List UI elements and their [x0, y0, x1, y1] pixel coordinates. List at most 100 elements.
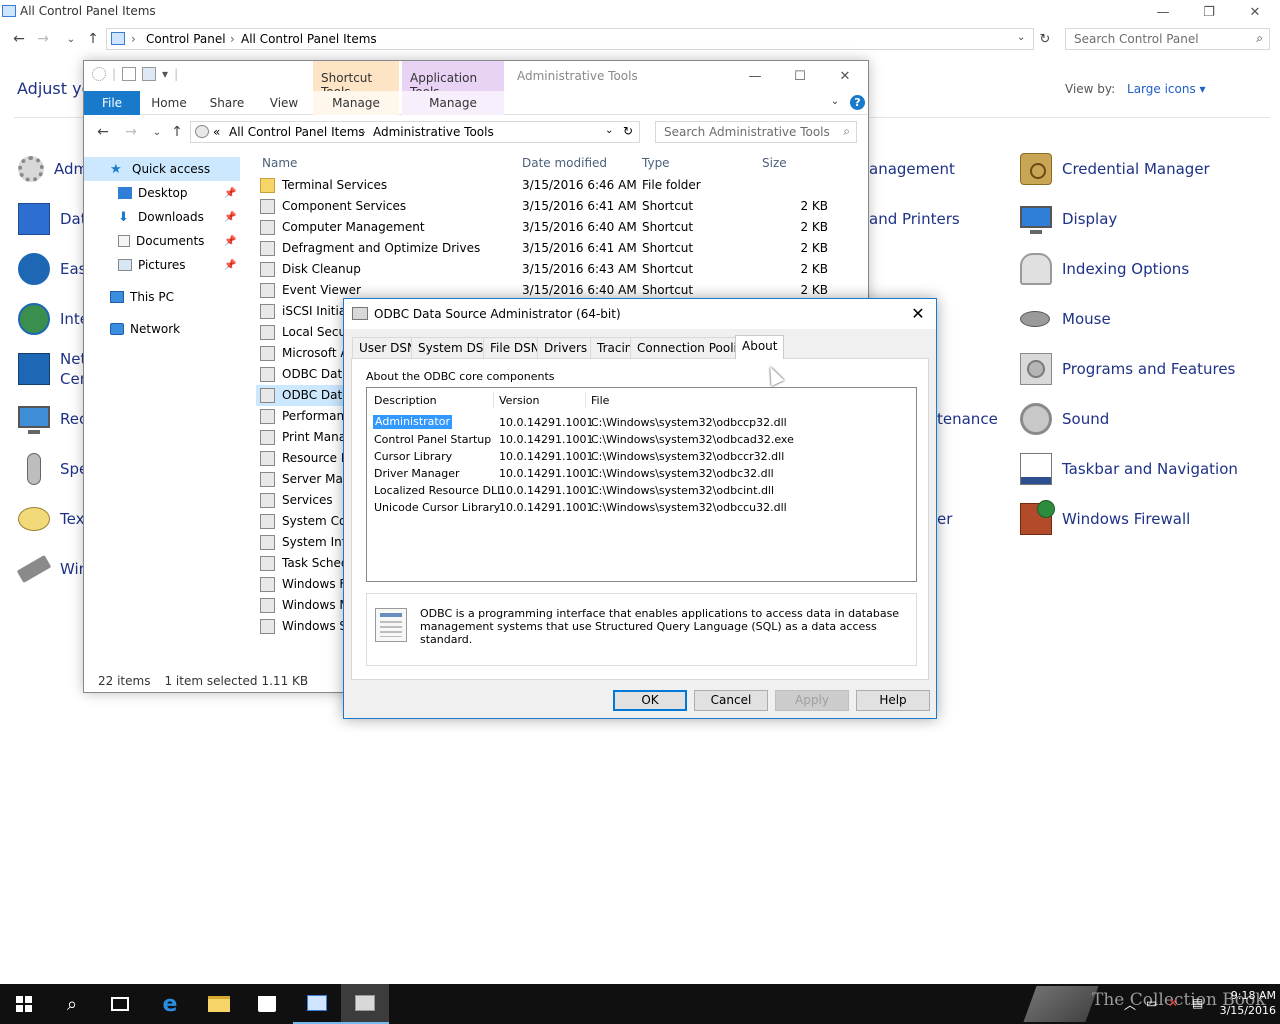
action-center-icon[interactable]: ▤ — [1192, 996, 1203, 1010]
nav-desktop[interactable]: Desktop 📌 — [84, 181, 240, 205]
help-button[interactable]: Help — [856, 690, 930, 711]
column-separator[interactable] — [585, 392, 586, 408]
close-button[interactable]: ✕ — [822, 63, 868, 89]
new-folder-icon[interactable] — [142, 67, 157, 81]
odbc-taskbar-icon[interactable] — [341, 984, 389, 1024]
minimize-button[interactable]: — — [732, 63, 778, 89]
cp-item-speech-recognition[interactable]: Spe — [18, 449, 88, 489]
cp-item-indexing-options[interactable]: Indexing Options — [1020, 249, 1189, 289]
cp-address-box[interactable]: › Control Panel › All Control Panel Item… — [106, 28, 1034, 50]
nav-documents[interactable]: Documents 📌 — [84, 229, 240, 253]
cp-item-ease-of-access[interactable]: Eas — [18, 249, 86, 289]
cancel-button[interactable]: Cancel — [694, 690, 768, 711]
cp-item-recovery[interactable]: Rec — [18, 399, 87, 439]
explorer-search-input[interactable]: Search Administrative Tools ⌕ — [655, 121, 857, 143]
cp-item-sound[interactable]: Sound — [1020, 399, 1109, 439]
network-status-icon[interactable]: ▭ — [1146, 996, 1157, 1010]
cp-item-mid-2[interactable]: and Printers — [869, 199, 960, 239]
column-header-type[interactable]: Type — [642, 156, 670, 170]
cp-item-date-time[interactable]: Dat — [18, 199, 87, 239]
cp-item-windows-to-go[interactable]: Win — [16, 549, 88, 589]
pin-icon[interactable]: 📌 — [224, 236, 236, 247]
recent-chevron-icon[interactable]: ⌄ — [146, 121, 168, 143]
refresh-icon[interactable]: ↻ — [1034, 28, 1056, 50]
component-row[interactable]: Driver Manager 10.0.14291.1001 C:\Windows\… — [367, 465, 916, 482]
close-button[interactable]: ✕ — [900, 302, 936, 326]
ribbon-tab-manage-shortcut[interactable]: Manage — [313, 91, 399, 115]
cp-item-mid-1[interactable]: anagement — [869, 149, 955, 189]
column-header-name[interactable]: Name — [262, 156, 297, 170]
address-dropdown-icon[interactable]: ⌄ — [1017, 32, 1025, 43]
nav-network[interactable]: Network — [84, 317, 240, 341]
ribbon-tab-view[interactable]: View — [260, 91, 308, 115]
up-arrow-icon[interactable]: ↑ — [82, 28, 104, 50]
breadcrumb-control-panel[interactable]: Control Panel — [146, 32, 226, 46]
component-row[interactable]: Cursor Library 10.0.14291.1001 C:\Windows\… — [367, 448, 916, 465]
back-arrow-icon[interactable]: ← — [8, 28, 30, 50]
file-row[interactable]: Disk Cleanup 3/15/2016 6:43 AM Shortcut 2 K… — [256, 259, 856, 280]
cp-item-taskbar-navigation[interactable]: Taskbar and Navigation — [1020, 449, 1238, 489]
restore-button[interactable]: ❐ — [1186, 0, 1232, 24]
cp-item-internet-options[interactable]: Inte — [18, 299, 89, 339]
forward-arrow-icon[interactable]: → — [32, 28, 54, 50]
properties-icon[interactable] — [92, 67, 106, 81]
component-row[interactable]: Unicode Cursor Library 10.0.14291.1001 C:\… — [367, 499, 916, 516]
cp-item-display[interactable]: Display — [1020, 199, 1117, 239]
breadcrumb-all-items[interactable]: All Control Panel Items — [229, 125, 365, 139]
refresh-icon[interactable]: ↻ — [623, 124, 633, 138]
file-row[interactable]: Terminal Services 3/15/2016 6:46 AM File f… — [256, 175, 856, 196]
edge-browser-icon[interactable]: e — [146, 984, 194, 1024]
component-row[interactable]: Administrator 10.0.14291.1001 C:\Windows\s… — [367, 414, 916, 431]
cp-item-administrative-tools[interactable]: Adm — [18, 149, 88, 189]
column-header-file[interactable]: File — [591, 394, 609, 407]
cp-item-windows-firewall[interactable]: Windows Firewall — [1020, 499, 1190, 539]
nav-quick-access[interactable]: ★ Quick access — [84, 157, 240, 181]
task-view-icon[interactable] — [96, 984, 144, 1024]
tab-about[interactable]: About — [735, 335, 785, 359]
cp-search-input[interactable]: Search Control Panel ⌕ — [1065, 28, 1270, 50]
address-dropdown-icon[interactable]: ⌄ — [605, 125, 613, 136]
ribbon-tab-share[interactable]: Share — [202, 91, 252, 115]
file-explorer-icon[interactable] — [195, 984, 243, 1024]
help-icon[interactable]: ? — [850, 95, 865, 110]
expand-ribbon-icon[interactable]: ⌄ — [826, 91, 844, 115]
recent-chevron-icon[interactable]: ⌄ — [60, 28, 82, 50]
ok-button[interactable]: OK — [613, 690, 687, 711]
component-row[interactable]: Localized Resource DLL 10.0.14291.1001 C:\… — [367, 482, 916, 499]
explorer-address-box[interactable]: « All Control Panel Items › Administrati… — [190, 121, 640, 143]
column-header-size[interactable]: Size — [762, 156, 787, 170]
clock[interactable]: 9:18 AM 3/15/2016 — [1212, 988, 1276, 1018]
control-panel-taskbar-icon[interactable] — [293, 984, 341, 1024]
breadcrumb-administrative-tools[interactable]: Administrative Tools — [373, 125, 494, 139]
column-header-description[interactable]: Description — [374, 394, 437, 407]
nav-this-pc[interactable]: This PC — [84, 285, 240, 309]
cp-item-network-sharing[interactable]: Net Cen — [18, 349, 89, 393]
minimize-button[interactable]: — — [1140, 0, 1186, 24]
components-list[interactable]: Description Version File Administrator 10… — [366, 387, 917, 582]
breadcrumb-overflow[interactable]: « — [213, 125, 220, 139]
volume-muted-icon[interactable]: ✕ — [1168, 996, 1178, 1010]
ribbon-tab-home[interactable]: Home — [144, 91, 194, 115]
file-row[interactable]: Component Services 3/15/2016 6:41 AM Short… — [256, 196, 856, 217]
search-icon[interactable]: ⌕ — [48, 984, 96, 1024]
cp-item-credential-manager[interactable]: Credential Manager — [1020, 149, 1210, 189]
cp-item-mid-4[interactable]: er — [937, 499, 952, 539]
close-button[interactable]: ✕ — [1232, 0, 1278, 24]
pin-icon[interactable]: 📌 — [224, 260, 236, 271]
pin-icon[interactable]: 📌 — [224, 188, 236, 199]
cp-item-text-to-speech[interactable]: Tex — [18, 499, 84, 539]
ribbon-tab-manage-app[interactable]: Manage — [402, 91, 504, 115]
column-separator[interactable] — [493, 392, 494, 408]
file-row[interactable]: Defragment and Optimize Drives 3/15/2016 … — [256, 238, 856, 259]
view-by-dropdown[interactable]: Large icons ▾ — [1127, 82, 1206, 96]
apply-button[interactable]: Apply — [775, 690, 849, 711]
customize-qat-icon[interactable]: ▾ — [162, 67, 168, 81]
component-row[interactable]: Control Panel Startup 10.0.14291.1001 C:\W… — [367, 431, 916, 448]
store-icon[interactable] — [243, 984, 291, 1024]
cp-item-mouse[interactable]: Mouse — [1020, 299, 1111, 339]
back-arrow-icon[interactable]: ← — [92, 121, 114, 143]
column-header-date[interactable]: Date modified — [522, 156, 607, 170]
column-header-version[interactable]: Version — [499, 394, 539, 407]
pin-icon[interactable]: 📌 — [224, 212, 236, 223]
cp-item-programs-and-features[interactable]: Programs and Features — [1020, 349, 1235, 389]
